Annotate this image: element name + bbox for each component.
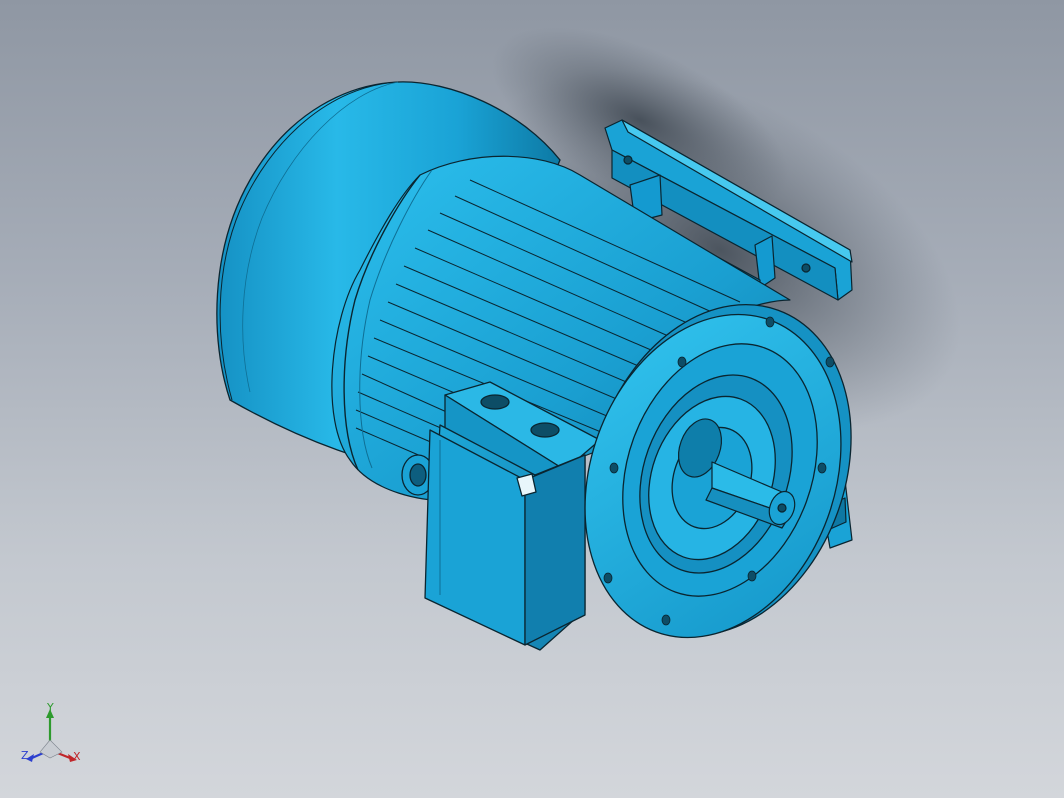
view-orientation-triad[interactable]: Y Z X: [18, 700, 88, 774]
motor-3d-model[interactable]: [0, 0, 1064, 798]
axis-x-label: X: [73, 750, 81, 763]
axis-z-label: Z: [21, 749, 29, 762]
graphics-viewport[interactable]: Y Z X: [0, 0, 1064, 798]
axis-y-label: Y: [47, 701, 54, 714]
